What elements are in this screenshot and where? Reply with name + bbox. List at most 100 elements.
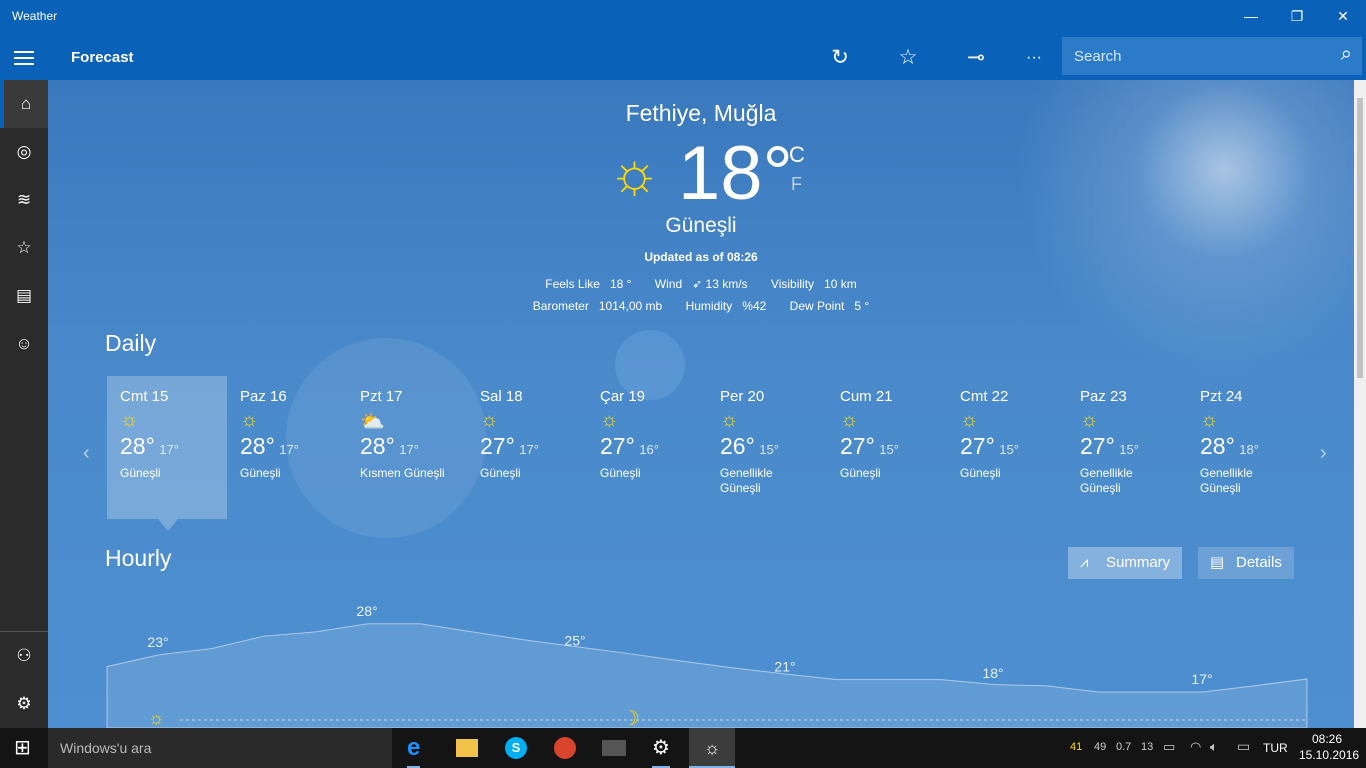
day-name: Paz 16: [240, 388, 287, 405]
day-name: Paz 23: [1080, 388, 1127, 405]
skype-icon[interactable]: S: [505, 737, 527, 759]
scrollbar[interactable]: [1354, 80, 1366, 728]
day-condition: Genellikle Güneşli: [1200, 466, 1253, 495]
page-title: Forecast: [71, 49, 134, 66]
sunny-icon: ☼: [608, 140, 662, 205]
day-name: Cmt 15: [120, 388, 169, 405]
unit-celsius[interactable]: C: [789, 142, 805, 168]
favorite-star-icon[interactable]: ☆: [892, 43, 924, 73]
tray-value-3: 0.7: [1116, 741, 1132, 753]
daily-forecast-item[interactable]: Cmt 22 ☼ 27° 15° Güneşli: [947, 376, 1067, 519]
search-icon[interactable]: ⌕: [1341, 43, 1352, 66]
day-name: Çar 19: [600, 388, 646, 405]
hourly-chart: 23° 28° 25° 21° 18° 17°: [106, 603, 1308, 728]
refresh-icon[interactable]: ↻: [824, 43, 856, 73]
sunny-icon: ☼: [120, 409, 139, 431]
location-name: Fethiye, Muğla: [625, 100, 777, 126]
details-row-1: Feels Like 18 ° Wind ➶ 13 km/s Visibilit…: [545, 277, 857, 291]
battery-icon[interactable]: ▭: [1163, 739, 1175, 755]
file-explorer-icon[interactable]: [456, 739, 478, 757]
vfs-icon[interactable]: [602, 740, 626, 756]
day-condition: Güneşli: [840, 466, 881, 480]
low-temp: 15°: [759, 442, 779, 457]
daily-forecast-item[interactable]: Cum 21 ☼ 27° 15° Güneşli: [827, 376, 947, 519]
summary-button[interactable]: ⩘ Summary: [1068, 547, 1183, 579]
hourly-temp-label: 18°: [982, 665, 1003, 681]
high-temp: 27°: [600, 433, 635, 459]
high-temp: 28°: [120, 433, 155, 459]
hamburger-menu-icon[interactable]: [14, 51, 34, 69]
more-icon[interactable]: ···: [1018, 43, 1050, 73]
day-condition: Güneşli: [120, 466, 161, 480]
daily-heading: Daily: [105, 330, 157, 356]
taskbar: ⊞ Windows'u ara e S ⚙ ☼ 41 49 0.7 13 ▭ ◠…: [0, 728, 1366, 768]
settings-gear-icon[interactable]: ⚙: [0, 680, 48, 728]
low-temp: 15°: [879, 442, 899, 457]
sidebar: ⌂ ◎ ≋ ☆ ▤ ☺ ⚇ ⚙: [0, 80, 48, 728]
hourly-temperature-area: [106, 623, 1308, 728]
daily-forecast-item[interactable]: Sal 18 ☼ 27° 17° Güneşli: [467, 376, 587, 519]
day-condition: Güneşli: [960, 466, 1001, 480]
tray-value-2: 49: [1094, 741, 1107, 753]
wifi-icon[interactable]: ◠: [1190, 739, 1201, 755]
sidebar-maps-icon[interactable]: ◎: [0, 128, 48, 176]
daily-forecast-item[interactable]: Çar 19 ☼ 27° 16° Güneşli: [587, 376, 707, 519]
sidebar-historical-icon[interactable]: ≋: [0, 176, 48, 224]
sidebar-life-icon[interactable]: ☺: [0, 320, 48, 368]
hourly-temp-label: 21°: [774, 659, 795, 675]
sunny-icon: ☼: [600, 409, 619, 431]
sidebar-news-icon[interactable]: ▤: [0, 272, 48, 320]
updated-time: Updated as of 08:26: [644, 250, 758, 264]
day-name: Cmt 22: [960, 388, 1009, 405]
minimize-button[interactable]: —: [1228, 0, 1274, 32]
high-temp: 28°: [360, 433, 395, 459]
close-button[interactable]: ✕: [1320, 0, 1366, 32]
low-temp: 17°: [399, 442, 419, 457]
ccleaner-icon[interactable]: [554, 737, 576, 759]
search-input[interactable]: Search ⌕: [1062, 37, 1362, 75]
title-bar: Weather — ❐ ✕: [0, 0, 1366, 37]
daily-forecast-item[interactable]: Paz 23 ☼ 27° 15° Genellikle Güneşli: [1067, 376, 1187, 519]
day-condition: Genellikle Güneşli: [1080, 466, 1133, 495]
sidebar-places-icon[interactable]: ☆: [0, 224, 48, 272]
low-temp: 17°: [519, 442, 539, 457]
hourly-temp-label: 28°: [356, 603, 377, 619]
daily-forecast-item[interactable]: Pzt 17 ⛅ 28° 17° Kısmen Güneşli: [347, 376, 467, 519]
edge-icon[interactable]: e: [407, 728, 421, 768]
maximize-button[interactable]: ❐: [1274, 0, 1320, 32]
volume-icon[interactable]: 🔈︎: [1210, 739, 1218, 755]
day-condition: Genellikle Güneşli: [720, 466, 773, 495]
unit-fahrenheit[interactable]: F: [791, 174, 802, 195]
forecast-panel: Fethiye, Muğla ☼ 18° C F Güneşli Updated…: [48, 80, 1354, 728]
hourly-moon-icon: ☽: [622, 708, 640, 728]
low-temp: 17°: [279, 442, 299, 457]
settings-app-icon[interactable]: ⚙: [652, 728, 670, 768]
day-name: Per 20: [720, 388, 765, 405]
pin-icon[interactable]: ⊸: [960, 43, 992, 73]
sunny-icon: ☼: [1200, 409, 1219, 431]
daily-forecast-item[interactable]: Paz 16 ☼ 28° 17° Güneşli: [227, 376, 347, 519]
sunny-icon: ☼: [720, 409, 739, 431]
hourly-heading: Hourly: [105, 545, 172, 571]
daily-forecast-item[interactable]: Pzt 24 ☼ 28° 18° Genellikle Güneşli: [1187, 376, 1307, 519]
clock-time[interactable]: 08:26: [1312, 732, 1342, 746]
clock-date[interactable]: 15.10.2016: [1299, 748, 1359, 762]
notifications-icon[interactable]: ▭: [1237, 738, 1250, 755]
language-indicator[interactable]: TUR: [1263, 741, 1288, 755]
app-title: Weather: [12, 9, 58, 23]
daily-forecast-item[interactable]: Per 20 ☼ 26° 15° Genellikle Güneşli: [707, 376, 827, 519]
sunny-icon: ☼: [840, 409, 859, 431]
details-button[interactable]: ▤ Details: [1198, 547, 1294, 579]
daily-prev-arrow[interactable]: ‹: [83, 442, 90, 465]
sidebar-home-icon[interactable]: ⌂: [0, 80, 48, 128]
daily-forecast-item[interactable]: Cmt 15 ☼ 28° 17° Güneşli: [107, 376, 227, 519]
taskbar-search[interactable]: Windows'u ara: [48, 728, 392, 768]
start-button[interactable]: ⊞: [14, 728, 31, 768]
app-header: Forecast ↻ ☆ ⊸ ··· Search ⌕: [0, 37, 1366, 80]
high-temp: 28°: [240, 433, 275, 459]
sunny-icon: ☼: [240, 409, 259, 431]
daily-next-arrow[interactable]: ›: [1320, 442, 1327, 465]
weather-app-icon[interactable]: ☼: [689, 728, 735, 768]
high-temp: 27°: [840, 433, 875, 459]
account-icon[interactable]: ⚇: [0, 632, 48, 680]
